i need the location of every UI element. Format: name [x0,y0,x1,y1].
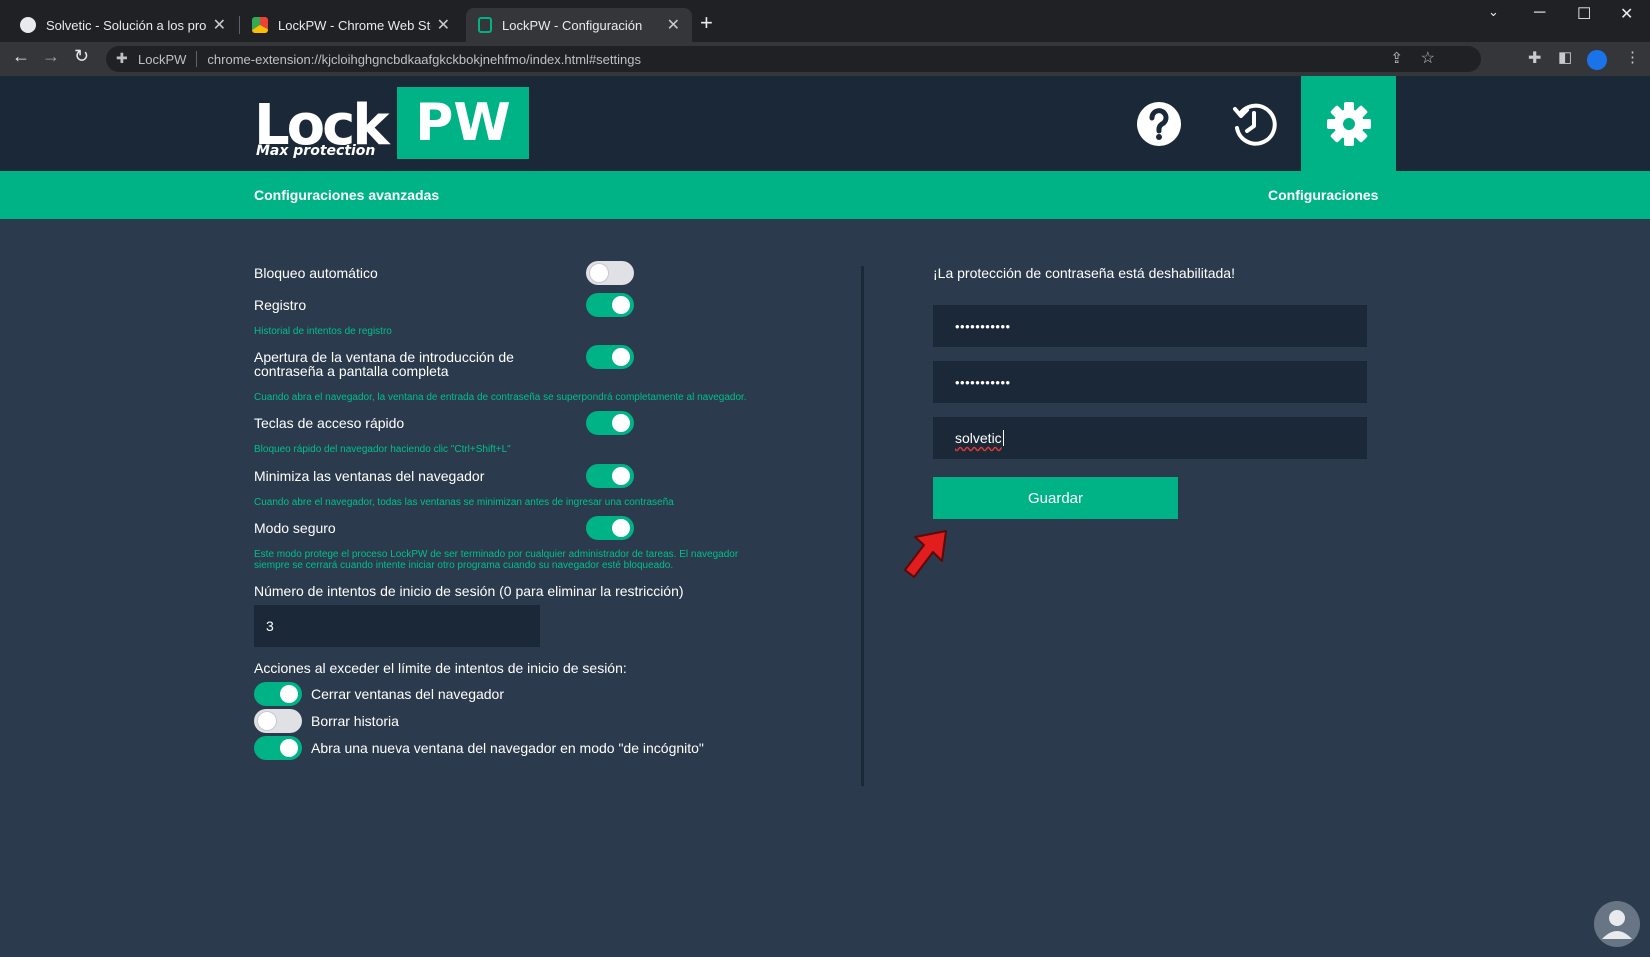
back-arrow-icon[interactable]: ← [12,46,30,67]
lock-favicon-icon [478,17,492,33]
tab-chrome-web-store[interactable]: LockPW - Chrome Web Store ✕ [240,8,462,42]
log-toggle[interactable] [586,293,634,317]
fullscreen-label-line1: Apertura de la ventana de introducción d… [254,349,514,365]
text-caret [1002,430,1004,446]
fullscreen-toggle[interactable] [586,345,634,369]
password-input[interactable]: ••••••••••• [933,305,1367,347]
puzzle-extension-icon: ✚ [116,50,128,66]
maximize-window-icon[interactable]: ☐ [1577,4,1591,24]
history-icon [1232,103,1277,146]
address-bar[interactable]: ✚ LockPW chrome-extension://kjcloihghgnc… [106,46,1481,72]
safe-mode-hint-line1: Este modo protege el proceso LockPW de s… [254,549,739,560]
safe-mode-hint: Este modo protege el proceso LockPW de s… [254,549,738,571]
login-attempts-input[interactable]: 3 [254,605,540,647]
tab-title: Solvetic - Solución a los problem [46,17,207,33]
fullscreen-label: Apertura de la ventana de introducción d… [254,350,514,378]
close-icon[interactable]: ✕ [667,15,680,35]
clear-history-label: Borrar historia [311,713,399,729]
incognito-toggle[interactable] [254,736,302,760]
bookmark-star-icon[interactable]: ☆ [1421,48,1435,68]
sub-navigation-bar: Configuraciones avanzadas Configuracione… [0,171,1650,219]
password-hint-input[interactable]: solvetic [933,417,1367,459]
address-separator [196,51,198,67]
extension-name-label: LockPW [138,51,187,67]
side-panel-icon[interactable]: ◧ [1558,48,1572,66]
menu-kebab-icon[interactable]: ⋮ [1625,48,1640,66]
help-icon [1136,101,1181,146]
toggle-knob [612,348,630,366]
hotkeys-hint: Bloqueo rápido del navegador haciendo cl… [254,444,511,455]
logo-subtitle: Max protection [256,143,376,159]
app-header: Lock Max protection PW [0,76,1650,171]
minimize-hint: Cuando abre el navegador, todas las vent… [254,497,674,508]
tab-lockpw-settings[interactable]: LockPW - Configuración ✕ [466,8,692,42]
tab-solvetic[interactable]: Solvetic - Solución a los problem ✕ [8,8,238,42]
forward-arrow-icon[interactable]: → [42,46,60,67]
column-divider [861,266,864,786]
actions-label: Acciones al exceder el límite de intento… [254,660,627,676]
tab-title: LockPW - Chrome Web Store [278,17,431,33]
user-watermark-icon [1594,901,1640,947]
save-button[interactable]: Guardar [933,477,1178,519]
toggle-knob [612,296,630,314]
incognito-label: Abra una nueva ventana del navegador en … [311,740,704,756]
safe-mode-toggle[interactable] [586,516,634,540]
browser-tab-bar: Solvetic - Solución a los problem ✕ Lock… [0,0,1650,42]
close-icon[interactable]: ✕ [213,15,226,35]
web-store-favicon-icon [252,17,268,33]
tab-search-chevron-down-icon[interactable]: ⌄ [1488,4,1499,20]
new-tab-button[interactable]: + [700,10,713,36]
minimize-label: Minimiza las ventanas del navegador [254,468,485,484]
share-icon[interactable]: ⇪ [1390,49,1403,67]
solvetic-favicon-icon [20,17,36,33]
password-hint-value: solvetic [955,430,1002,446]
toggle-knob [280,739,298,757]
tab-title: LockPW - Configuración [502,17,643,33]
safe-mode-hint-line2: siempre se cerrará cuando intente inicia… [254,560,674,571]
close-windows-label: Cerrar ventanas del navegador [311,686,505,702]
toggle-knob [590,264,608,282]
settings-button[interactable] [1301,76,1396,171]
auto-lock-label: Bloqueo automático [254,265,378,281]
safe-mode-label: Modo seguro [254,520,336,536]
toggle-knob [258,712,276,730]
log-label: Registro [254,297,307,313]
profile-avatar[interactable] [1587,50,1607,70]
extensions-puzzle-icon[interactable]: ✚ [1528,48,1541,68]
close-windows-toggle[interactable] [254,682,302,706]
hotkeys-toggle[interactable] [586,411,634,435]
advanced-settings-link[interactable]: Configuraciones avanzadas [254,187,439,203]
protection-status-text: ¡La protección de contraseña está deshab… [933,265,1235,281]
confirm-password-input[interactable]: ••••••••••• [933,361,1367,403]
minimize-window-icon[interactable]: ─ [1534,4,1545,22]
url-text: chrome-extension://kjcloihghgncbdkaafgkc… [207,51,641,67]
logo-pw-badge: PW [397,87,529,159]
reload-icon[interactable]: ↻ [74,46,89,67]
toggle-knob [612,519,630,537]
minimize-toggle[interactable] [586,464,634,488]
close-window-icon[interactable]: ✕ [1620,4,1633,24]
close-icon[interactable]: ✕ [437,15,450,35]
red-pointer-arrow-icon [904,530,947,578]
toggle-knob [612,467,630,485]
fullscreen-hint: Cuando abra el navegador, la ventana de … [254,392,747,403]
settings-link[interactable]: Configuraciones [1268,187,1378,203]
help-button[interactable] [1111,76,1206,171]
toggle-knob [612,414,630,432]
browser-toolbar: ← → ↻ ✚ LockPW chrome-extension://kjcloi… [0,42,1650,76]
fullscreen-label-line2: contraseña a pantalla completa [254,363,449,379]
login-attempts-label: Número de intentos de inicio de sesión (… [254,583,684,599]
auto-lock-toggle[interactable] [586,261,634,285]
clear-history-toggle[interactable] [254,709,302,733]
hotkeys-label: Teclas de acceso rápido [254,415,405,431]
toggle-knob [280,685,298,703]
gear-icon [1326,101,1371,146]
history-button[interactable] [1206,76,1301,171]
log-hint: Historial de intentos de registro [254,326,392,337]
